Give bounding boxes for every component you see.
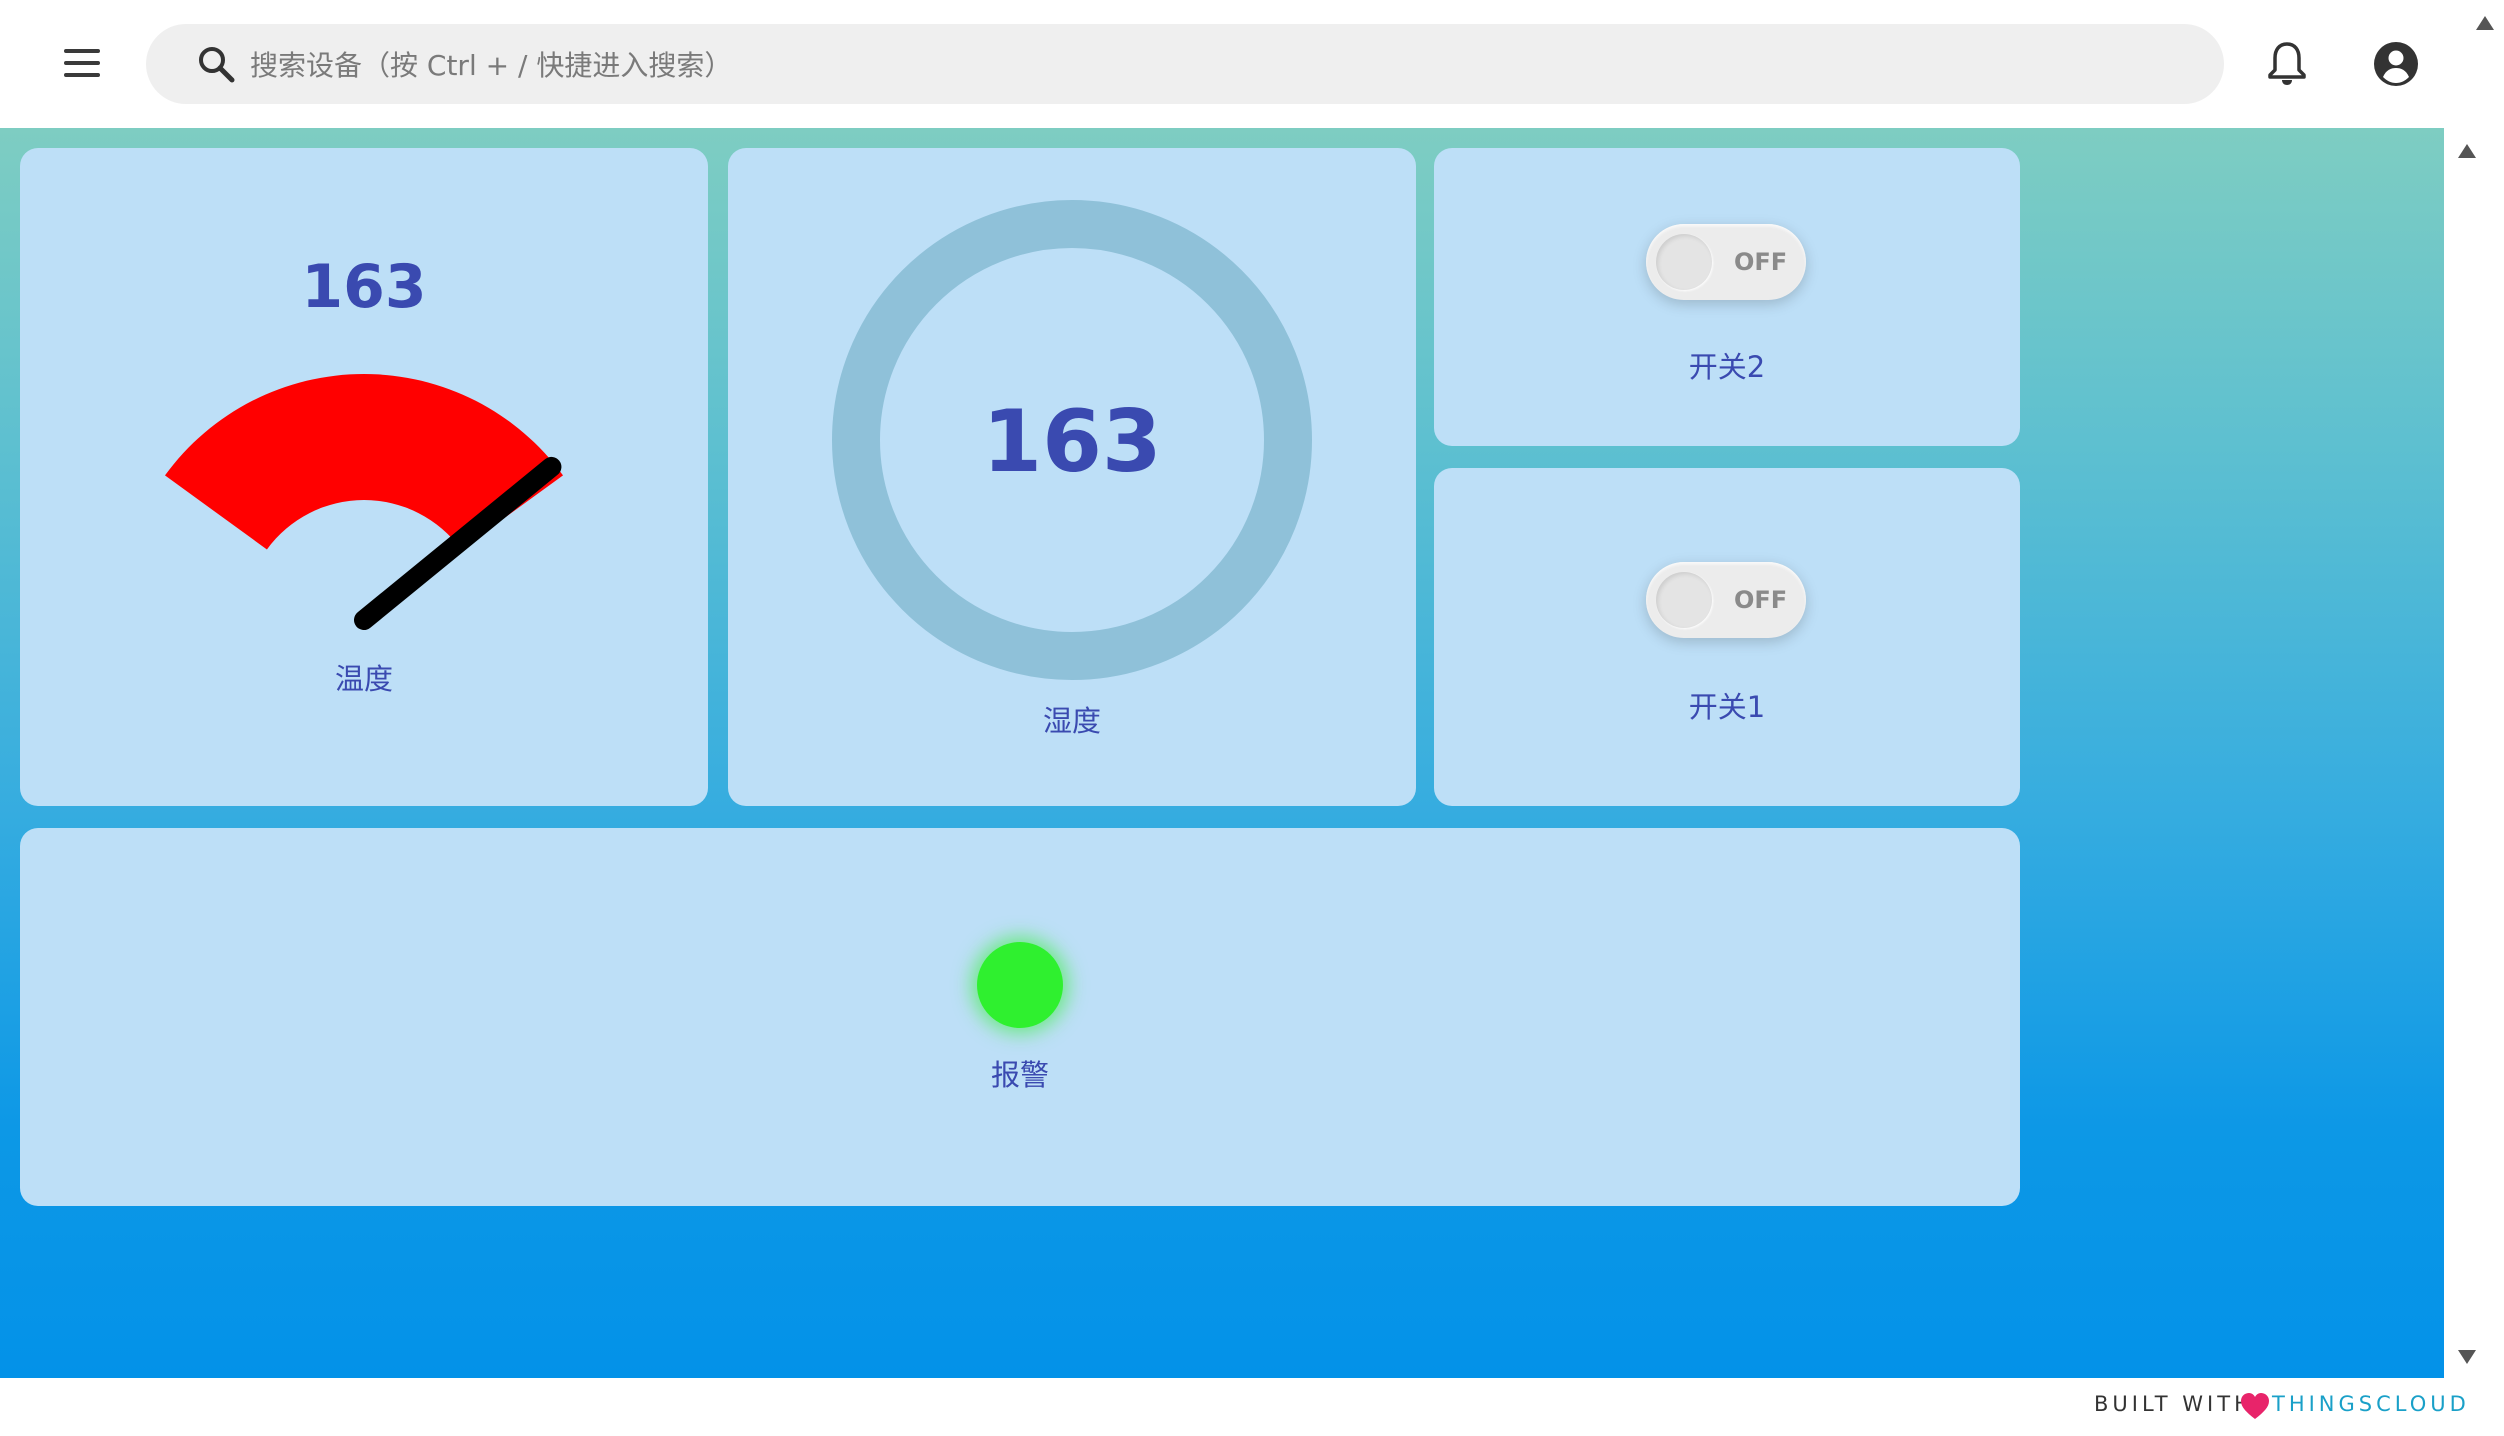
built-with-text: BUILT WITH bbox=[2094, 1392, 2254, 1416]
switch2-toggle[interactable]: OFF bbox=[1646, 224, 1806, 300]
switch2-knob bbox=[1656, 234, 1712, 290]
footer: BUILT WITH THINGSCLOUD bbox=[0, 1378, 2504, 1436]
switch2-label: 开关2 bbox=[1688, 350, 1766, 384]
menu-icon[interactable] bbox=[56, 40, 108, 88]
switch2-state: OFF bbox=[1734, 248, 1788, 276]
dashboard: 163 温度 163 湿度 OFF 开关2 OFF 开关1 报警 bbox=[0, 128, 2444, 1378]
switch2-card: OFF 开关2 bbox=[1434, 148, 2020, 446]
page-scroll-up-arrow[interactable] bbox=[2476, 16, 2494, 30]
switch1-label: 开关1 bbox=[1688, 690, 1766, 724]
gauge-arc bbox=[164, 373, 564, 550]
switch1-state: OFF bbox=[1734, 586, 1788, 614]
account-icon[interactable] bbox=[2372, 40, 2420, 88]
alarm-card: 报警 bbox=[20, 828, 2020, 1206]
temperature-card: 163 温度 bbox=[20, 148, 708, 806]
alarm-indicator bbox=[977, 942, 1063, 1028]
page-scrollbar[interactable] bbox=[2470, 0, 2504, 1436]
humidity-label: 湿度 bbox=[1042, 704, 1101, 738]
bell-icon[interactable] bbox=[2266, 40, 2308, 86]
search-bar[interactable] bbox=[146, 24, 2224, 106]
humidity-value: 163 bbox=[982, 392, 1162, 492]
top-bar bbox=[0, 0, 2444, 128]
switch1-knob bbox=[1656, 572, 1712, 628]
search-input[interactable] bbox=[248, 24, 2192, 106]
brand-link[interactable]: THINGSCLOUD bbox=[2272, 1392, 2470, 1416]
heart-icon bbox=[2241, 1393, 2269, 1419]
temperature-label: 温度 bbox=[334, 662, 393, 696]
switch1-toggle[interactable]: OFF bbox=[1646, 562, 1806, 638]
switch1-card: OFF 开关1 bbox=[1434, 468, 2020, 806]
alarm-label: 报警 bbox=[990, 1058, 1049, 1092]
app-root: 163 温度 163 湿度 OFF 开关2 bbox=[0, 0, 2504, 1436]
search-icon bbox=[199, 47, 235, 83]
humidity-card: 163 湿度 bbox=[728, 148, 1416, 806]
temperature-gauge bbox=[164, 373, 564, 630]
